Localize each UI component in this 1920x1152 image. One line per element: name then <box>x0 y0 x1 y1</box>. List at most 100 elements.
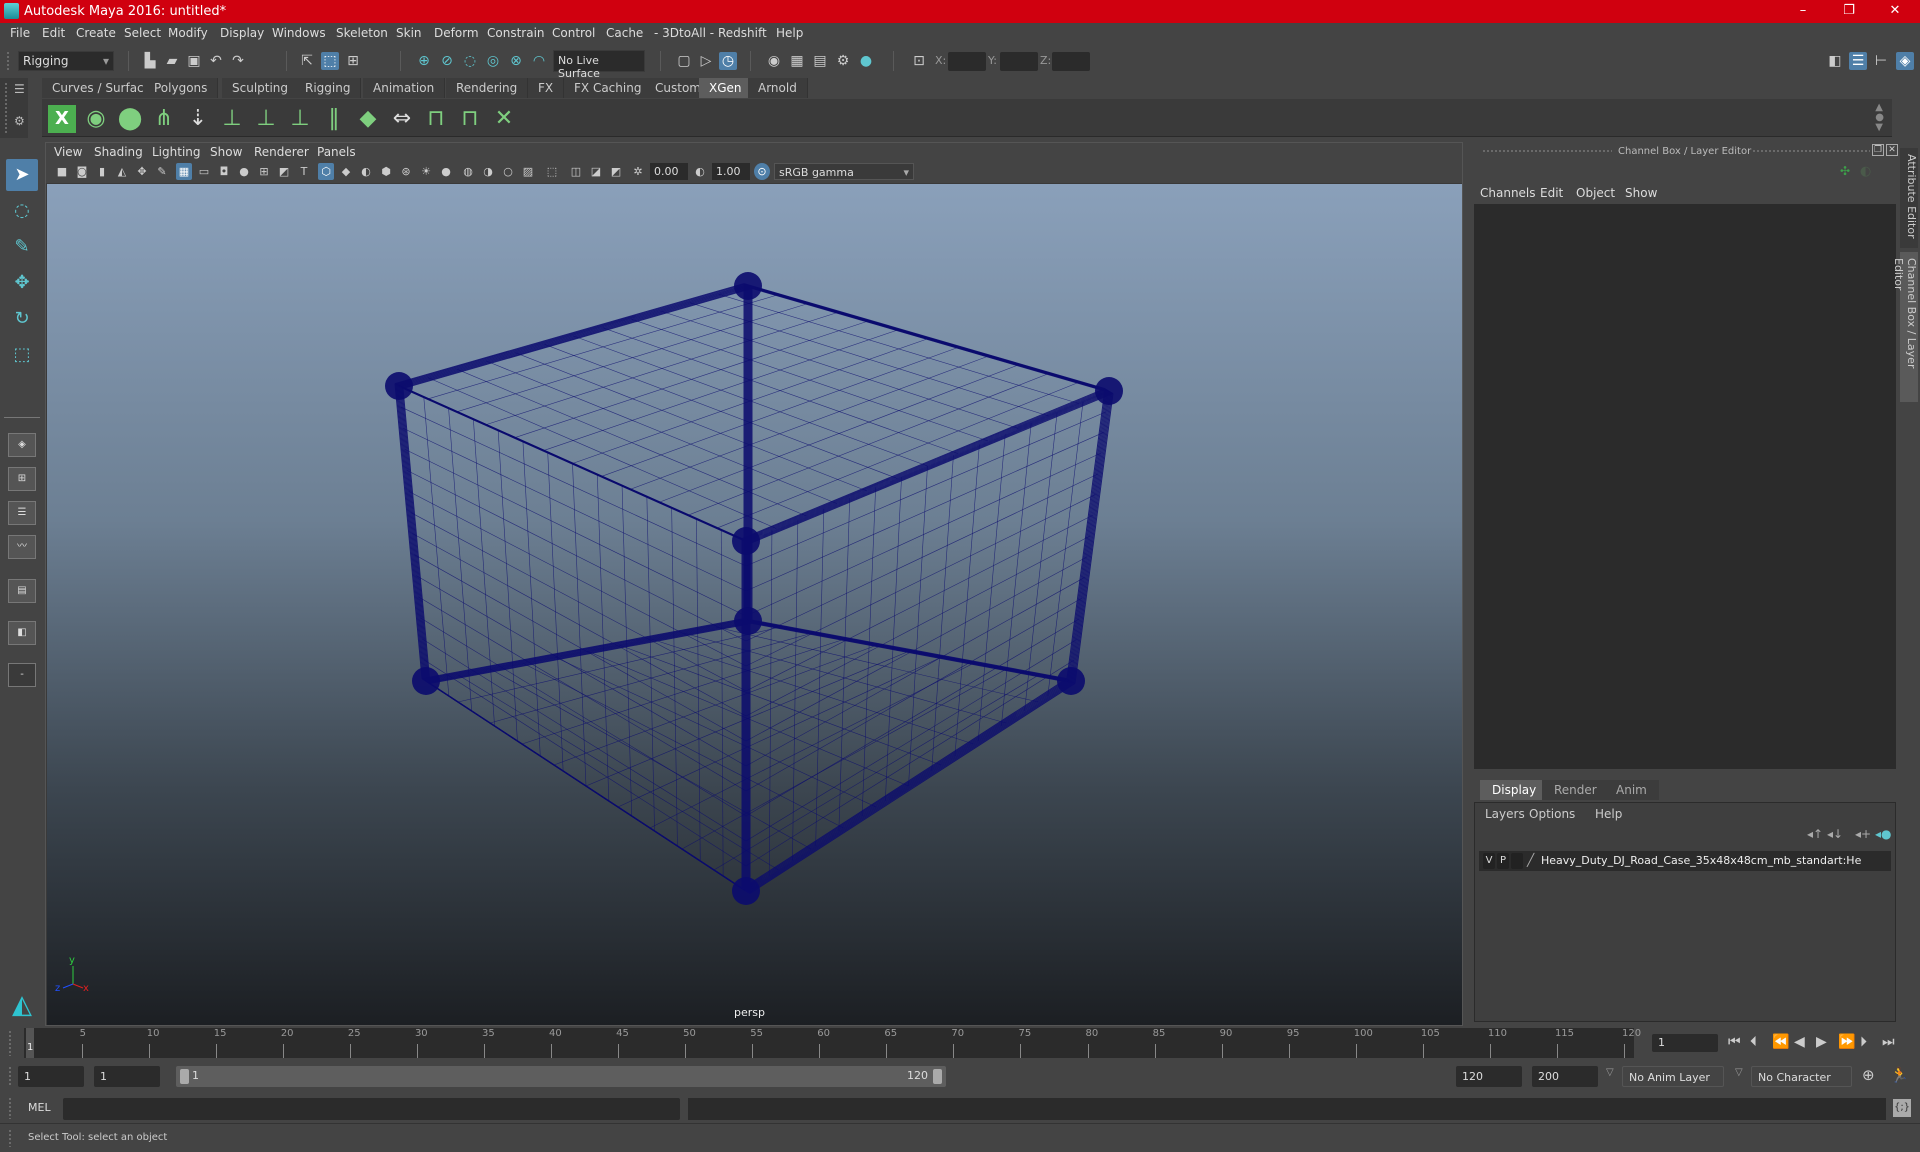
shelf-tab-sculpting[interactable]: Sculpting <box>222 78 300 98</box>
menu-help[interactable]: Help <box>776 26 803 40</box>
select-by-component-icon[interactable]: ⊞ <box>344 52 362 70</box>
exposure-icon[interactable]: ✲ <box>630 163 646 180</box>
smooth-shade-icon[interactable]: ◆ <box>338 163 354 180</box>
range-grip[interactable] <box>8 1066 12 1086</box>
viewport-menu-panels[interactable]: Panels <box>317 145 356 159</box>
isolate-select-icon[interactable]: ⬚ <box>544 163 560 180</box>
motion-blur-icon[interactable]: ◑ <box>480 163 496 180</box>
hypershade-icon[interactable]: ● <box>857 52 875 70</box>
layer-color-swatch-icon[interactable]: ╱ <box>1527 853 1534 867</box>
image-plane-icon[interactable]: ◭ <box>114 163 130 180</box>
viewport-menu-view[interactable]: View <box>54 145 82 159</box>
persp-outliner-graph-layout-icon[interactable]: ◧ <box>8 621 36 645</box>
channel-box-menu-channels[interactable]: Channels <box>1480 186 1536 200</box>
render-settings-icon[interactable]: ⚙ <box>834 52 852 70</box>
exposure-field[interactable]: 0.00 <box>650 163 688 180</box>
viewport-menu-renderer[interactable]: Renderer <box>254 145 309 159</box>
xgen-add-guide-icon[interactable]: ⊥ <box>218 105 246 133</box>
timeline-grip[interactable] <box>8 1030 12 1056</box>
current-frame-field[interactable]: 1 <box>1652 1034 1718 1052</box>
xgen-split-guide-icon[interactable]: ‖ <box>320 105 348 133</box>
snap-grid-icon[interactable]: ⊕ <box>415 52 433 70</box>
layer-menu-help[interactable]: Help <box>1595 807 1622 821</box>
range-end-handle[interactable] <box>933 1069 942 1084</box>
shelf-tab-animation[interactable]: Animation <box>363 78 446 98</box>
menu-skin[interactable]: Skin <box>396 26 422 40</box>
render-sequence-icon[interactable]: ▦ <box>788 52 806 70</box>
snap-surface-icon[interactable]: ⊗ <box>507 52 525 70</box>
gamma-field[interactable]: 1.00 <box>712 163 750 180</box>
xray-joints-icon[interactable]: ◩ <box>608 163 624 180</box>
xgen-interactive-groom-icon[interactable]: ⋔ <box>150 105 178 133</box>
bookmark-icon[interactable]: ▮ <box>94 163 110 180</box>
shelf-settings-gear-icon[interactable]: ⚙ <box>14 114 25 128</box>
safe-action-icon[interactable]: ◩ <box>276 163 292 180</box>
viewport-menu-lighting[interactable]: Lighting <box>152 145 201 159</box>
snap-point-icon[interactable]: ◌ <box>461 52 479 70</box>
shelf-tab-polygons[interactable]: Polygons <box>144 78 219 98</box>
xray-icon[interactable]: ◫ <box>568 163 584 180</box>
move-layer-up-icon[interactable]: ◂↑ <box>1807 827 1823 841</box>
undo-icon[interactable]: ↶ <box>207 52 225 70</box>
construction-history-icon[interactable]: ◷ <box>719 52 737 70</box>
script-editor-icon[interactable]: {;} <box>1893 1099 1911 1117</box>
close-button[interactable]: ✕ <box>1872 0 1918 23</box>
playback-start-field[interactable]: 1 <box>94 1066 160 1087</box>
menu-edit[interactable]: Edit <box>42 26 65 40</box>
float-panel-icon[interactable]: ❐ <box>1872 144 1884 156</box>
move-layer-down-icon[interactable]: ◂↓ <box>1827 827 1843 841</box>
character-set-chevron-icon[interactable]: ▽ <box>1735 1067 1743 1078</box>
2d-pan-zoom-icon[interactable]: ✥ <box>134 163 150 180</box>
step-forward-key-icon[interactable]: ⏩ <box>1838 1034 1855 1050</box>
hypershade-persp-layout-icon[interactable]: ▤ <box>8 579 36 603</box>
manipulator-icon[interactable]: ◐ <box>1860 164 1871 179</box>
gate-mask-icon[interactable]: ● <box>236 163 252 180</box>
minimize-button[interactable]: – <box>1780 0 1826 23</box>
wireframe-on-shaded-icon[interactable]: ⬢ <box>378 163 394 180</box>
range-slider[interactable]: 1 120 <box>176 1066 946 1087</box>
menu-redshift[interactable]: Redshift <box>718 26 767 40</box>
xray-active-components-icon[interactable]: ◪ <box>588 163 604 180</box>
film-gate-icon[interactable]: ▭ <box>196 163 212 180</box>
menu-file[interactable]: File <box>10 26 30 40</box>
gamma-icon[interactable]: ◐ <box>692 163 708 180</box>
menu-modify[interactable]: Modify <box>168 26 208 40</box>
channel-box-menu-edit[interactable]: Edit <box>1540 186 1563 200</box>
select-camera-icon[interactable]: ■ <box>54 163 70 180</box>
layer-tab-display[interactable]: Display <box>1480 780 1549 800</box>
shelf-scroll-arrows[interactable]: ▲ ● ▼ <box>1875 103 1884 133</box>
select-by-hierarchy-icon[interactable]: ⇱ <box>298 52 316 70</box>
layer-menu-options[interactable]: Options <box>1529 807 1575 821</box>
use-all-lights-icon[interactable]: ☀ <box>418 163 434 180</box>
render-current-frame-icon[interactable]: ◉ <box>765 52 783 70</box>
shelf-grip[interactable] <box>4 82 8 134</box>
3d-scene-view[interactable]: y x z persp <box>47 184 1462 1025</box>
new-scene-icon[interactable]: ▙ <box>141 52 159 70</box>
step-back-key-icon[interactable]: ⏪ <box>1772 1034 1789 1050</box>
live-surface-field[interactable]: No Live Surface <box>553 50 645 80</box>
side-tab-attribute-editor[interactable]: Attribute Editor <box>1900 148 1918 248</box>
toolbar-grip[interactable] <box>6 51 10 71</box>
grease-pencil-icon[interactable]: ✎ <box>154 163 170 180</box>
auto-key-icon[interactable]: ⊕ <box>1862 1066 1875 1084</box>
safe-title-icon[interactable]: T <box>296 163 312 180</box>
transform-mode-icon[interactable]: ⊡ <box>910 52 928 70</box>
menu-display[interactable]: Display <box>220 26 264 40</box>
snap-curve-icon[interactable]: ⊘ <box>438 52 456 70</box>
make-live-icon[interactable]: ◠ <box>530 52 548 70</box>
wireframe-icon[interactable]: ⬡ <box>318 163 334 180</box>
animation-start-field[interactable]: 1 <box>18 1066 84 1087</box>
play-backwards-icon[interactable]: ◀ <box>1794 1034 1805 1050</box>
persp-graph-layout-icon[interactable]: 〰 <box>8 535 36 559</box>
layer-tab-anim[interactable]: Anim <box>1604 780 1659 800</box>
viewport-menu-show[interactable]: Show <box>210 145 242 159</box>
layer-row[interactable]: V P ╱ Heavy_Duty_DJ_Road_Case_35x48x48cm… <box>1479 851 1891 871</box>
x-coordinate-field[interactable] <box>948 52 986 71</box>
xgen-lock-guide-icon[interactable]: ⊥ <box>286 105 314 133</box>
output-operations-icon[interactable]: ▷ <box>697 52 715 70</box>
open-scene-icon[interactable]: ▰ <box>163 52 181 70</box>
redo-icon[interactable]: ↷ <box>229 52 247 70</box>
four-pane-layout-icon[interactable]: ⊞ <box>8 467 36 491</box>
rotate-tool-icon[interactable]: ↻ <box>6 303 38 335</box>
camera-attributes-icon[interactable]: ◙ <box>74 163 90 180</box>
